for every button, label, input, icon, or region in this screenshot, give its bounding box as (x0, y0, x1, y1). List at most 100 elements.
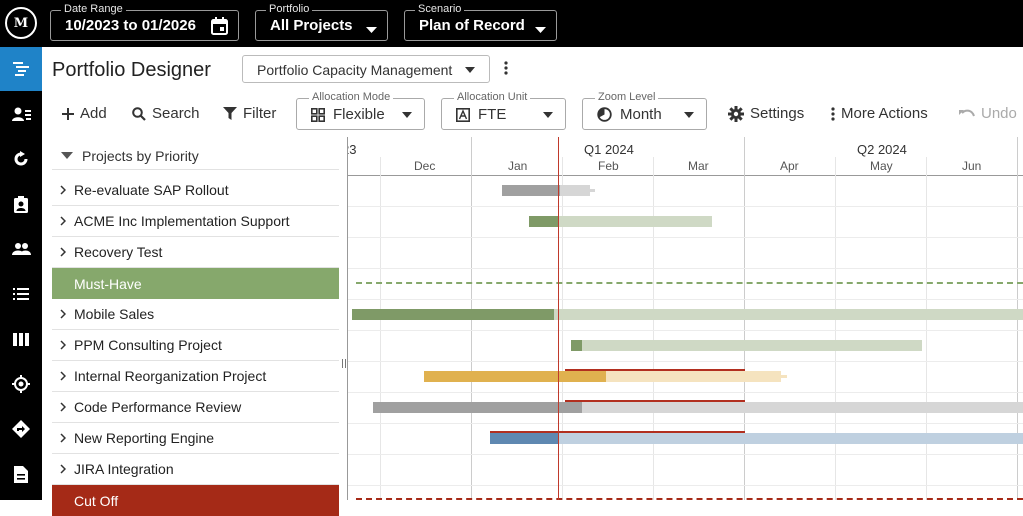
chevron-right-icon[interactable] (52, 309, 74, 319)
row-gridline (348, 299, 1023, 300)
list-header-label: Projects by Priority (82, 147, 199, 164)
row-gridline (348, 423, 1023, 424)
list-item[interactable]: Code Performance Review (52, 392, 339, 423)
nav-item-contacts[interactable] (0, 182, 42, 226)
group-label: Cut Off (74, 492, 119, 509)
nav-item-columns[interactable] (0, 317, 42, 361)
nav-item-directions[interactable] (0, 407, 42, 451)
gantt-timeline: 23 Q1 2024 Q2 2024 Dec Jan Feb Mar Apr M… (348, 137, 1023, 500)
project-bar-planned[interactable] (606, 371, 781, 382)
month-label: Apr (780, 159, 799, 173)
settings-button[interactable]: Settings (728, 105, 804, 122)
project-bar-planned[interactable] (560, 185, 590, 196)
project-bar-planned[interactable] (554, 309, 1023, 320)
drag-handle-icon[interactable] (342, 359, 346, 368)
list-header[interactable]: Projects by Priority (52, 142, 339, 170)
project-bar-allocated[interactable] (352, 309, 554, 320)
undo-button[interactable]: Undo (959, 105, 1017, 122)
project-bar-allocated[interactable] (502, 185, 560, 196)
document-icon (14, 465, 28, 483)
list-item[interactable]: Re-evaluate SAP Rollout (52, 175, 339, 206)
row-gridline (348, 361, 1023, 362)
project-bar-planned[interactable] (582, 402, 1023, 413)
app-logo[interactable]: M (5, 7, 37, 39)
list-item[interactable]: New Reporting Engine (52, 423, 339, 454)
undo-button-label: Undo (981, 105, 1017, 122)
chevron-down-icon (465, 67, 475, 73)
month-gridline (653, 157, 654, 500)
project-bar-planned[interactable] (559, 216, 712, 227)
over-allocation-marker (565, 369, 745, 371)
allocation-mode-label: Allocation Mode (309, 91, 394, 104)
contact-badge-icon (14, 195, 28, 213)
nav-item-target[interactable] (0, 362, 42, 406)
nav-item-refresh[interactable] (0, 137, 42, 181)
list-item[interactable]: PPM Consulting Project (52, 330, 339, 361)
nav-item-documents[interactable] (0, 452, 42, 496)
nav-item-people[interactable] (0, 227, 42, 271)
gear-icon (728, 105, 744, 122)
filter-button[interactable]: Filter (223, 105, 276, 122)
timeline-header-border (348, 175, 1023, 176)
search-button[interactable]: Search (132, 105, 200, 122)
project-bar-allocated[interactable] (529, 216, 559, 227)
date-range-field[interactable]: Date Range 10/2023 to 01/2026 (50, 2, 239, 41)
scenario-select[interactable]: Scenario Plan of Record (404, 2, 557, 41)
month-label: Jun (962, 159, 982, 173)
list-item[interactable]: ACME Inc Implementation Support (52, 206, 339, 237)
allocation-unit-value: FTE (478, 106, 507, 123)
month-label: Dec (414, 159, 436, 173)
project-bar-planned[interactable] (559, 433, 1023, 444)
project-bar-allocated[interactable] (490, 433, 559, 444)
project-bar-planned[interactable] (582, 340, 922, 351)
project-bar-tail (781, 375, 787, 378)
plus-icon (62, 107, 74, 120)
nav-item-gantt[interactable] (0, 47, 42, 91)
row-gridline (348, 268, 1023, 269)
chevron-right-icon[interactable] (52, 464, 74, 474)
list-item[interactable]: JIRA Integration (52, 454, 339, 485)
search-icon (132, 106, 146, 121)
nav-item-resources[interactable] (0, 92, 42, 136)
panel-splitter[interactable] (340, 137, 348, 500)
portfolio-select[interactable]: Portfolio All Projects (255, 2, 388, 41)
refresh-icon (14, 151, 28, 166)
month-gridline (380, 157, 381, 500)
chevron-right-icon[interactable] (52, 371, 74, 381)
allocation-unit-select[interactable]: Allocation Unit FTE (441, 91, 566, 130)
chevron-right-icon[interactable] (52, 433, 74, 443)
calendar-icon[interactable] (211, 17, 228, 40)
chevron-right-icon[interactable] (52, 185, 74, 195)
priority-group-must-have[interactable]: Must-Have (52, 268, 339, 299)
people-icon (11, 243, 31, 255)
row-gridline (348, 392, 1023, 393)
more-options-icon[interactable] (504, 61, 512, 77)
priority-group-cut-off[interactable]: Cut Off (52, 485, 339, 516)
allocation-mode-select[interactable]: Allocation Mode Flexible (296, 91, 425, 130)
list-item-label: ACME Inc Implementation Support (74, 213, 290, 229)
list-item[interactable]: Recovery Test (52, 237, 339, 268)
more-actions-button[interactable]: More Actions (831, 105, 928, 122)
list-item[interactable]: Mobile Sales (52, 299, 339, 330)
list-item-label: Re-evaluate SAP Rollout (74, 182, 229, 198)
chevron-down-icon (543, 112, 553, 118)
zoom-level-select[interactable]: Zoom Level Month (582, 91, 707, 130)
caret-down-icon[interactable] (52, 152, 82, 159)
undo-icon (959, 109, 975, 117)
add-button[interactable]: Add (62, 105, 107, 122)
project-bar-allocated[interactable] (571, 340, 582, 351)
view-select[interactable]: Portfolio Capacity Management (242, 55, 490, 83)
project-bar-allocated[interactable] (424, 371, 606, 382)
nav-item-list[interactable] (0, 272, 42, 316)
list-item[interactable]: Internal Reorganization Project (52, 361, 339, 392)
chevron-right-icon[interactable] (52, 216, 74, 226)
chevron-right-icon[interactable] (52, 402, 74, 412)
list-icon (13, 288, 29, 300)
row-gridline (348, 237, 1023, 238)
project-bar-allocated[interactable] (373, 402, 582, 413)
logo-text: M (13, 15, 29, 31)
chevron-right-icon[interactable] (52, 247, 74, 257)
more-vertical-icon (831, 106, 835, 121)
more-actions-button-label: More Actions (841, 105, 928, 122)
chevron-right-icon[interactable] (52, 340, 74, 350)
